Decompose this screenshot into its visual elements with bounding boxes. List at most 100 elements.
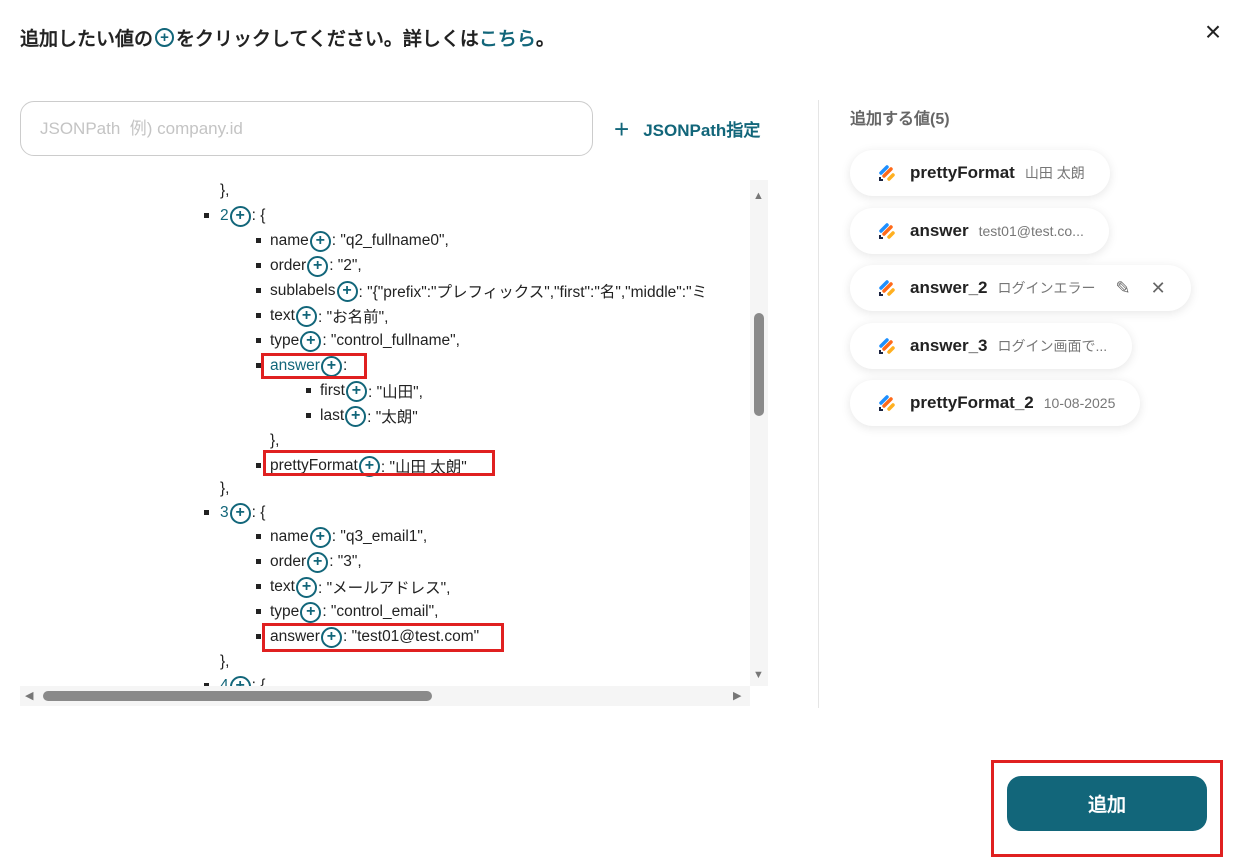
add-value-icon[interactable]: +: [345, 405, 367, 427]
value-name: prettyFormat_2: [910, 393, 1034, 412]
remove-x-icon[interactable]: ✕: [1151, 278, 1166, 299]
json-value: : "お名前",: [317, 309, 389, 326]
app-logo-icon: [879, 395, 895, 411]
value-name: answer: [910, 220, 969, 240]
panel-divider: [818, 100, 819, 708]
tree-row: },: [270, 430, 279, 452]
help-link[interactable]: こちら: [479, 24, 536, 51]
add-value-icon[interactable]: +: [300, 601, 322, 623]
json-value: : "q2_fullname0",: [331, 232, 449, 249]
bullet: [256, 288, 261, 293]
json-value: : "3",: [329, 553, 362, 570]
tree-row: sublabels +: "{"prefix":"プレフィックス","first"…: [270, 280, 707, 302]
json-key: name: [270, 232, 309, 249]
add-value-icon[interactable]: +: [295, 305, 317, 327]
tree-row: },: [220, 478, 229, 500]
add-value-icon[interactable]: +: [309, 230, 331, 252]
selected-value-chip[interactable]: answer test01@test.co...: [850, 207, 1109, 254]
json-value: : "太朗": [367, 409, 418, 426]
json-value: : "{"prefix":"プレフィックス","first":"名","midd…: [358, 284, 708, 301]
value-name: answer_2: [910, 278, 988, 297]
selected-value-chip[interactable]: answer_3 ログイン画面で...: [850, 322, 1133, 369]
bullet: [256, 463, 261, 468]
bullet: [204, 510, 209, 515]
add-value-icon[interactable]: +: [307, 551, 329, 573]
json-value: : {: [251, 207, 266, 224]
vertical-scroll-thumb[interactable]: [754, 313, 764, 416]
bullet: [306, 388, 311, 393]
tree-row: name +: "q3_email1",: [270, 526, 427, 548]
add-value-icon[interactable]: +: [229, 205, 251, 227]
tree-row: first +: "山田",: [320, 380, 423, 402]
jsonpath-specify-button[interactable]: + JSONPath指定: [614, 116, 761, 142]
value-preview: 10-08-2025: [1043, 395, 1116, 411]
bullet: [256, 534, 261, 539]
add-value-icon[interactable]: +: [345, 380, 367, 402]
add-value-icon[interactable]: +: [309, 526, 331, 548]
scroll-up-icon[interactable]: ▲: [753, 190, 764, 202]
tree-row: name +: "q2_fullname0",: [270, 230, 449, 252]
bullet: [256, 559, 261, 564]
brace: },: [220, 480, 230, 497]
value-preview: 山田 太朗: [1024, 165, 1085, 181]
json-key: text: [270, 307, 295, 324]
json-key: text: [270, 578, 295, 595]
json-key: 3: [220, 504, 229, 521]
json-key: sublabels: [270, 282, 336, 299]
vertical-scrollbar[interactable]: [750, 180, 768, 686]
bullet: [256, 238, 261, 243]
highlight-box: [991, 760, 1223, 857]
jsonpath-specify-label: JSONPath指定: [643, 121, 761, 140]
json-value: : "山田",: [367, 384, 423, 401]
edit-pencil-icon[interactable]: ✎: [1116, 278, 1131, 299]
bullet: [256, 584, 261, 589]
bullet: [204, 213, 209, 218]
horizontal-scroll-thumb[interactable]: [43, 691, 432, 701]
selected-value-chip[interactable]: prettyFormat 山田 太朗: [850, 150, 1110, 196]
close-icon[interactable]: ×: [1200, 18, 1226, 46]
scroll-down-icon[interactable]: ▼: [753, 669, 764, 681]
scroll-left-icon[interactable]: ◀: [25, 689, 33, 702]
tree-row: type +: "control_email",: [270, 601, 438, 623]
value-preview: ログイン画面で...: [997, 337, 1108, 354]
json-value: : {: [251, 504, 266, 521]
selected-values-title: 追加する値(5): [850, 111, 950, 128]
json-value: : "q3_email1",: [331, 528, 428, 545]
add-value-icon[interactable]: +: [307, 255, 329, 277]
selected-value-chip[interactable]: prettyFormat_2 10-08-2025: [850, 380, 1141, 426]
bullet: [256, 263, 261, 268]
title-text: 追加したい値の: [20, 29, 154, 50]
json-key: order: [270, 553, 307, 570]
json-value: : "2",: [329, 257, 362, 274]
tree-row: 2 +: {: [220, 205, 265, 227]
add-value-icon[interactable]: +: [229, 502, 251, 524]
add-value-icon[interactable]: +: [295, 576, 317, 598]
title-text: をクリックしてください。詳しくは: [176, 29, 479, 50]
app-logo-icon: [879, 280, 895, 296]
json-key: order: [270, 257, 307, 274]
tree-row: text +: "お名前",: [270, 305, 388, 327]
tree-row: order +: "3",: [270, 551, 362, 573]
value-preview: ログインエラー: [997, 280, 1096, 296]
tree-row: text +: "メールアドレス",: [270, 576, 450, 598]
value-name: prettyFormat: [910, 163, 1015, 182]
add-value-icon[interactable]: +: [300, 330, 322, 352]
instruction-title: 追加したい値の + をクリックしてください。詳しくは こちら 。: [20, 24, 555, 51]
highlight-box: [261, 353, 367, 379]
tree-row: 3 +: {: [220, 502, 265, 524]
json-key: name: [270, 528, 309, 545]
bullet: [256, 338, 261, 343]
plus-circle-icon: +: [155, 28, 175, 47]
selected-value-chip[interactable]: answer_2 ログインエラー ✎ ✕: [850, 265, 1191, 311]
brace: },: [220, 653, 230, 670]
jsonpath-search-input[interactable]: [20, 101, 593, 156]
add-value-icon[interactable]: +: [336, 280, 358, 302]
app-logo-icon: [879, 165, 895, 181]
value-preview: test01@test.co...: [978, 222, 1084, 239]
app-logo-icon: [879, 222, 895, 239]
scroll-right-icon[interactable]: ▶: [733, 689, 741, 702]
brace: },: [270, 432, 280, 449]
tree-row: type +: "control_fullname",: [270, 330, 460, 352]
brace: },: [220, 182, 230, 199]
bullet: [256, 609, 261, 614]
